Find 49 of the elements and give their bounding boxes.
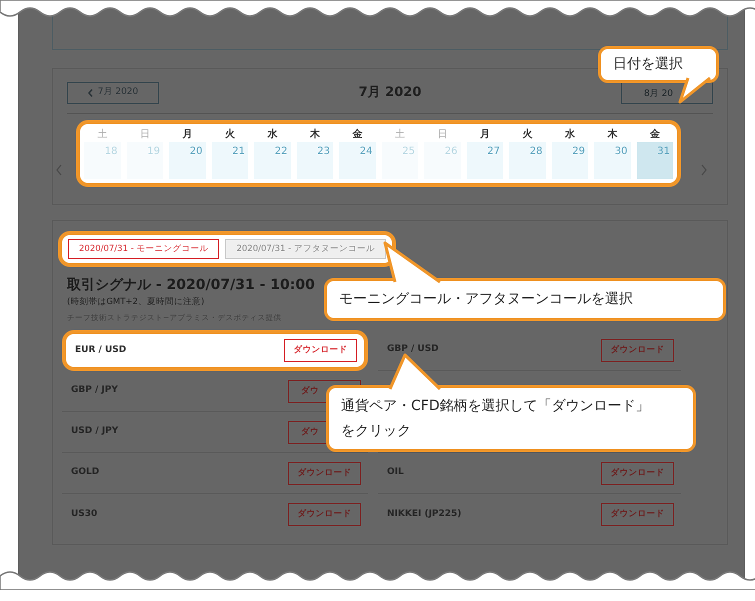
- download-button[interactable]: ダウンロード: [601, 503, 674, 526]
- weekday-label: 土: [394, 128, 406, 142]
- date-cell[interactable]: 21: [212, 142, 248, 179]
- weekday-label: 火: [521, 128, 534, 142]
- weekday-label: 月: [478, 128, 491, 142]
- previous-month-button[interactable]: 7月 2020: [67, 82, 159, 104]
- callout-pointer: [678, 76, 711, 104]
- download-button[interactable]: ダウンロード: [601, 338, 674, 362]
- download-button[interactable]: ダウンロード: [601, 462, 674, 484]
- chevron-right-icon[interactable]: [701, 164, 707, 176]
- chevron-left-icon: [88, 89, 93, 97]
- date-cell[interactable]: 29: [552, 142, 588, 179]
- weekday-label: 水: [266, 128, 278, 142]
- date-cell[interactable]: 23: [296, 142, 333, 179]
- date-cell[interactable]: 30: [594, 142, 630, 179]
- weekday-label: 火: [224, 128, 236, 142]
- download-button[interactable]: ダウンロード: [284, 339, 357, 362]
- weekday-label: 日: [138, 128, 151, 142]
- weekday-label: 土: [96, 128, 108, 142]
- date-cell[interactable]: 27: [466, 142, 503, 179]
- month-title: 7月 2020: [358, 84, 422, 102]
- date-cell[interactable]: 28: [509, 142, 546, 179]
- signal-tab[interactable]: 2020/07/31 - アフタヌーンコール: [225, 239, 386, 259]
- date-cell[interactable]: 20: [169, 142, 206, 179]
- weekday-label: 水: [564, 128, 576, 142]
- weekday-label: 木: [308, 128, 321, 142]
- instrument-name: NIKKEI (JP225): [387, 508, 462, 521]
- date-cell[interactable]: 24: [339, 142, 376, 179]
- callout-pointer: [388, 354, 442, 390]
- instrument-name: EUR / USD: [75, 344, 126, 357]
- signal-heading: 取引シグナル - 2020/07/31 - 10:00: [67, 276, 315, 295]
- instrument-name: USD / JPY: [71, 425, 118, 438]
- instrument-name: GBP / JPY: [71, 384, 118, 398]
- instrument-name: US30: [71, 508, 98, 521]
- signal-tab[interactable]: 2020/07/31 - モーニングコール: [68, 239, 220, 259]
- timezone-note: (時刻帯はGMT+2、夏時間に注意): [67, 296, 204, 309]
- download-button[interactable]: ダウンロード: [288, 503, 361, 526]
- weekday-label: 金: [648, 128, 661, 142]
- weekday-label: 金: [351, 128, 364, 142]
- weekday-label: 日: [436, 128, 448, 142]
- chevron-left-icon[interactable]: [56, 164, 62, 176]
- instrument-name: GBP / USD: [387, 343, 439, 356]
- instrument-name: OIL: [387, 466, 404, 480]
- weekday-label: 木: [606, 128, 618, 142]
- date-cell[interactable]: 22: [254, 142, 290, 179]
- weekday-label: 月: [181, 128, 194, 142]
- download-button[interactable]: ダウンロード: [288, 462, 361, 484]
- instrument-name: GOLD: [71, 466, 100, 480]
- date-cell[interactable]: 31: [636, 142, 673, 179]
